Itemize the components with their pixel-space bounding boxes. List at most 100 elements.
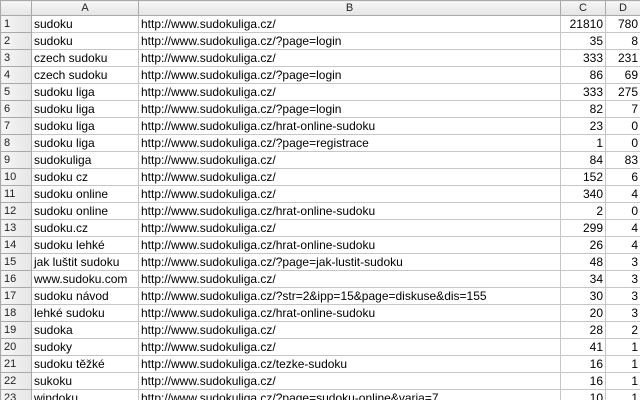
cell-value-c[interactable]: 30	[560, 287, 606, 305]
cell-keyword[interactable]: sudoku	[31, 32, 139, 50]
cell-value-c[interactable]: 21810	[560, 15, 606, 33]
cell-keyword[interactable]: sudoku	[31, 15, 139, 33]
row-header[interactable]: 4	[0, 66, 32, 84]
cell-keyword[interactable]: sudoky	[31, 338, 139, 356]
cell-value-d[interactable]: 275	[605, 83, 640, 101]
row-header[interactable]: 3	[0, 49, 32, 67]
cell-url[interactable]: http://www.sudokuliga.cz/hrat-online-sud…	[138, 304, 561, 322]
cell-url[interactable]: http://www.sudokuliga.cz/hrat-online-sud…	[138, 117, 561, 135]
cell-value-c[interactable]: 16	[560, 372, 606, 390]
cell-value-d[interactable]: 3	[605, 304, 640, 322]
cell-url[interactable]: http://www.sudokuliga.cz/	[138, 338, 561, 356]
cell-keyword[interactable]: sudoku těžké	[31, 355, 139, 373]
cell-url[interactable]: http://www.sudokuliga.cz/hrat-online-sud…	[138, 236, 561, 254]
cell-url[interactable]: http://www.sudokuliga.cz/	[138, 219, 561, 237]
row-header[interactable]: 10	[0, 168, 32, 186]
cell-keyword[interactable]: www.sudoku.com	[31, 270, 139, 288]
cell-url[interactable]: http://www.sudokuliga.cz/?str=2&ipp=15&p…	[138, 287, 561, 305]
row-header[interactable]: 2	[0, 32, 32, 50]
row-header[interactable]: 19	[0, 321, 32, 339]
row-header[interactable]: 15	[0, 253, 32, 271]
row-header[interactable]: 6	[0, 100, 32, 118]
cell-value-c[interactable]: 20	[560, 304, 606, 322]
row-header[interactable]: 20	[0, 338, 32, 356]
row-header[interactable]: 18	[0, 304, 32, 322]
select-all-corner[interactable]	[0, 0, 32, 16]
cell-url[interactable]: http://www.sudokuliga.cz/?page=login	[138, 66, 561, 84]
cell-value-d[interactable]: 3	[605, 253, 640, 271]
cell-value-c[interactable]: 333	[560, 49, 606, 67]
cell-value-c[interactable]: 2	[560, 202, 606, 220]
cell-url[interactable]: http://www.sudokuliga.cz/	[138, 15, 561, 33]
cell-value-c[interactable]: 84	[560, 151, 606, 169]
cell-value-d[interactable]: 1	[605, 338, 640, 356]
cell-keyword[interactable]: sudoku liga	[31, 83, 139, 101]
cell-value-d[interactable]: 4	[605, 236, 640, 254]
cell-url[interactable]: http://www.sudokuliga.cz/	[138, 321, 561, 339]
cell-value-d[interactable]: 780	[605, 15, 640, 33]
column-header-d[interactable]: D	[605, 0, 640, 16]
row-header[interactable]: 5	[0, 83, 32, 101]
row-header[interactable]: 13	[0, 219, 32, 237]
cell-value-d[interactable]: 7	[605, 100, 640, 118]
cell-keyword[interactable]: sukoku	[31, 372, 139, 390]
cell-value-d[interactable]: 1	[605, 355, 640, 373]
cell-keyword[interactable]: sudoka	[31, 321, 139, 339]
cell-url[interactable]: http://www.sudokuliga.cz/?page=jak-lusti…	[138, 253, 561, 271]
cell-url[interactable]: http://www.sudokuliga.cz/	[138, 151, 561, 169]
cell-url[interactable]: http://www.sudokuliga.cz/hrat-online-sud…	[138, 202, 561, 220]
cell-url[interactable]: http://www.sudokuliga.cz/	[138, 270, 561, 288]
cell-value-d[interactable]: 69	[605, 66, 640, 84]
cell-keyword[interactable]: jak luštit sudoku	[31, 253, 139, 271]
cell-value-d[interactable]: 0	[605, 202, 640, 220]
cell-value-d[interactable]: 8	[605, 32, 640, 50]
row-header[interactable]: 22	[0, 372, 32, 390]
cell-value-c[interactable]: 340	[560, 185, 606, 203]
cell-value-c[interactable]: 34	[560, 270, 606, 288]
cell-url[interactable]: http://www.sudokuliga.cz/?page=login	[138, 100, 561, 118]
row-header[interactable]: 16	[0, 270, 32, 288]
cell-keyword[interactable]: sudoku liga	[31, 117, 139, 135]
cell-value-d[interactable]: 2	[605, 321, 640, 339]
row-header[interactable]: 12	[0, 202, 32, 220]
cell-value-d[interactable]: 3	[605, 270, 640, 288]
cell-value-d[interactable]: 0	[605, 134, 640, 152]
row-header[interactable]: 8	[0, 134, 32, 152]
cell-value-c[interactable]: 82	[560, 100, 606, 118]
cell-keyword[interactable]: sudokuliga	[31, 151, 139, 169]
cell-value-d[interactable]: 6	[605, 168, 640, 186]
cell-value-c[interactable]: 299	[560, 219, 606, 237]
cell-value-d[interactable]: 0	[605, 117, 640, 135]
column-header-a[interactable]: A	[31, 0, 139, 16]
cell-keyword[interactable]: sudoku online	[31, 202, 139, 220]
cell-url[interactable]: http://www.sudokuliga.cz/	[138, 83, 561, 101]
cell-value-c[interactable]: 23	[560, 117, 606, 135]
cell-url[interactable]: http://www.sudokuliga.cz/	[138, 168, 561, 186]
cell-url[interactable]: http://www.sudokuliga.cz/tezke-sudoku	[138, 355, 561, 373]
cell-url[interactable]: http://www.sudokuliga.cz/?page=sudoku-on…	[138, 389, 561, 400]
cell-keyword[interactable]: czech sudoku	[31, 66, 139, 84]
cell-keyword[interactable]: sudoku liga	[31, 100, 139, 118]
cell-value-c[interactable]: 48	[560, 253, 606, 271]
cell-keyword[interactable]: windoku	[31, 389, 139, 400]
cell-value-d[interactable]: 3	[605, 287, 640, 305]
row-header[interactable]: 11	[0, 185, 32, 203]
cell-keyword[interactable]: sudoku lehké	[31, 236, 139, 254]
cell-keyword[interactable]: sudoku návod	[31, 287, 139, 305]
cell-keyword[interactable]: sudoku liga	[31, 134, 139, 152]
cell-value-c[interactable]: 1	[560, 134, 606, 152]
row-header[interactable]: 21	[0, 355, 32, 373]
cell-url[interactable]: http://www.sudokuliga.cz/	[138, 372, 561, 390]
cell-value-c[interactable]: 152	[560, 168, 606, 186]
row-header[interactable]: 23	[0, 389, 32, 400]
column-header-b[interactable]: B	[138, 0, 561, 16]
cell-url[interactable]: http://www.sudokuliga.cz/	[138, 49, 561, 67]
cell-keyword[interactable]: lehké sudoku	[31, 304, 139, 322]
cell-value-d[interactable]: 1	[605, 389, 640, 400]
cell-value-d[interactable]: 83	[605, 151, 640, 169]
cell-value-d[interactable]: 4	[605, 219, 640, 237]
row-header[interactable]: 17	[0, 287, 32, 305]
column-header-c[interactable]: C	[560, 0, 606, 16]
cell-keyword[interactable]: sudoku cz	[31, 168, 139, 186]
cell-value-c[interactable]: 41	[560, 338, 606, 356]
